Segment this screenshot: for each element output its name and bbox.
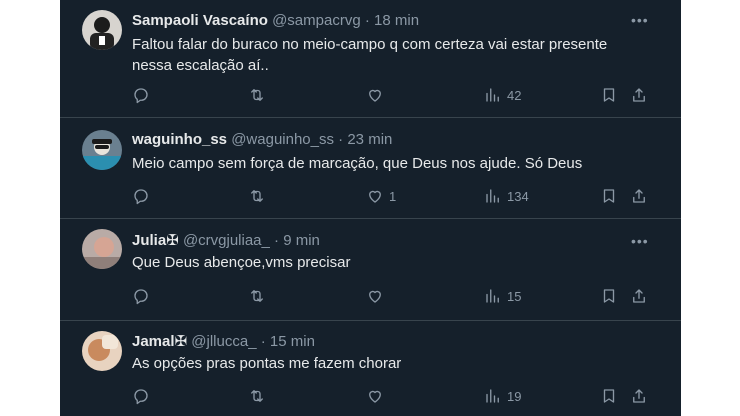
tweet-text: Meio campo sem força de marcação, que De…: [132, 155, 583, 172]
share-icon: [633, 189, 645, 203]
share-button[interactable]: [630, 286, 648, 306]
reply-button[interactable]: [132, 85, 150, 105]
share-icon: [633, 389, 645, 403]
separator: ·: [256, 333, 270, 350]
avatar[interactable]: [82, 10, 122, 50]
like-button[interactable]: [366, 85, 389, 105]
more-icon[interactable]: •••: [631, 234, 651, 248]
tweet-2[interactable]: waguinho_ss @waguinho_ss · 23 min Meio c…: [60, 118, 681, 218]
reply-icon: [134, 389, 148, 405]
tweet-3[interactable]: Julia✠ @crvgjuliaa_ · 9 min ••• Que Deus…: [60, 219, 681, 320]
views-button[interactable]: 42: [484, 85, 521, 105]
bookmark-icon: [603, 88, 615, 102]
avatar[interactable]: [82, 229, 122, 269]
like-icon: [369, 390, 381, 403]
views-icon: [486, 289, 499, 303]
tweet-text: Faltou falar do buraco no meio-campo q c…: [132, 36, 608, 74]
avatar[interactable]: [82, 331, 122, 371]
views-button[interactable]: 19: [484, 386, 521, 406]
retweet-button[interactable]: [248, 186, 266, 206]
like-button[interactable]: [366, 286, 389, 306]
view-count: 42: [507, 87, 522, 103]
reply-feed: Sampaoli Vascaíno @sampacrvg · 18 min ••…: [60, 0, 681, 416]
retweet-button[interactable]: [248, 386, 266, 406]
reply-button[interactable]: [132, 186, 150, 206]
like-button[interactable]: [366, 386, 389, 406]
retweet-icon: [251, 390, 263, 402]
tweet-1[interactable]: Sampaoli Vascaíno @sampacrvg · 18 min ••…: [60, 0, 681, 117]
reply-button[interactable]: [132, 386, 150, 406]
like-button[interactable]: 1: [366, 186, 396, 206]
like-icon: [369, 290, 381, 303]
author-handle[interactable]: @sampacrvg: [272, 12, 361, 29]
reply-icon: [134, 189, 148, 205]
share-button[interactable]: [630, 186, 648, 206]
share-icon: [633, 88, 645, 102]
avatar[interactable]: [82, 130, 122, 170]
like-icon: [369, 89, 381, 102]
share-button[interactable]: [630, 386, 648, 406]
bookmark-button[interactable]: [600, 186, 618, 206]
view-count: 134: [507, 188, 529, 204]
tweet-text: Que Deus abençoe,vms precisar: [132, 254, 351, 271]
action-bar: 15: [130, 286, 650, 306]
reply-button[interactable]: [132, 286, 150, 306]
like-count: 1: [389, 188, 397, 204]
views-button[interactable]: 15: [484, 286, 521, 306]
tweet-4[interactable]: Jamal✠ @jllucca_ · 15 min As opções pras…: [60, 321, 681, 416]
author-handle[interactable]: @crvgjuliaa_: [183, 232, 270, 249]
timestamp[interactable]: 15 min: [270, 333, 315, 350]
retweet-icon: [251, 190, 263, 202]
reply-icon: [134, 88, 148, 104]
timestamp[interactable]: 23 min: [347, 131, 392, 148]
bookmark-icon: [603, 289, 615, 303]
author-name[interactable]: Jamal✠: [132, 333, 187, 350]
views-icon: [486, 88, 499, 102]
bookmark-button[interactable]: [600, 386, 618, 406]
timestamp[interactable]: 18 min: [374, 12, 419, 29]
separator: ·: [269, 232, 284, 249]
retweet-button[interactable]: [248, 85, 266, 105]
bookmark-icon: [603, 189, 615, 203]
share-button[interactable]: [630, 85, 648, 105]
view-count: 19: [507, 388, 522, 404]
reply-icon: [134, 289, 148, 305]
timestamp[interactable]: 9 min: [283, 232, 320, 249]
retweet-button[interactable]: [248, 286, 266, 306]
views-icon: [486, 389, 499, 403]
action-bar: 42: [130, 85, 650, 105]
bookmark-button[interactable]: [600, 286, 618, 306]
retweet-icon: [251, 290, 263, 302]
author-handle[interactable]: @waguinho_ss: [231, 131, 334, 148]
author-name[interactable]: waguinho_ss: [132, 131, 227, 148]
views-button[interactable]: 134: [484, 186, 529, 206]
more-icon[interactable]: •••: [631, 13, 651, 27]
share-icon: [633, 289, 645, 303]
author-handle[interactable]: @jllucca_: [191, 333, 256, 350]
action-bar: 19: [130, 386, 650, 406]
action-bar: 1 134: [130, 186, 650, 206]
bookmark-button[interactable]: [600, 85, 618, 105]
view-count: 15: [507, 288, 522, 304]
views-icon: [486, 189, 499, 203]
author-name[interactable]: Julia✠: [132, 232, 179, 249]
tweet-text: As opções pras pontas me fazem chorar: [132, 355, 402, 372]
retweet-icon: [251, 89, 263, 101]
like-icon: [369, 190, 381, 203]
separator: ·: [360, 12, 375, 29]
author-name[interactable]: Sampaoli Vascaíno: [132, 12, 268, 29]
bookmark-icon: [603, 389, 615, 403]
separator: ·: [334, 131, 348, 148]
